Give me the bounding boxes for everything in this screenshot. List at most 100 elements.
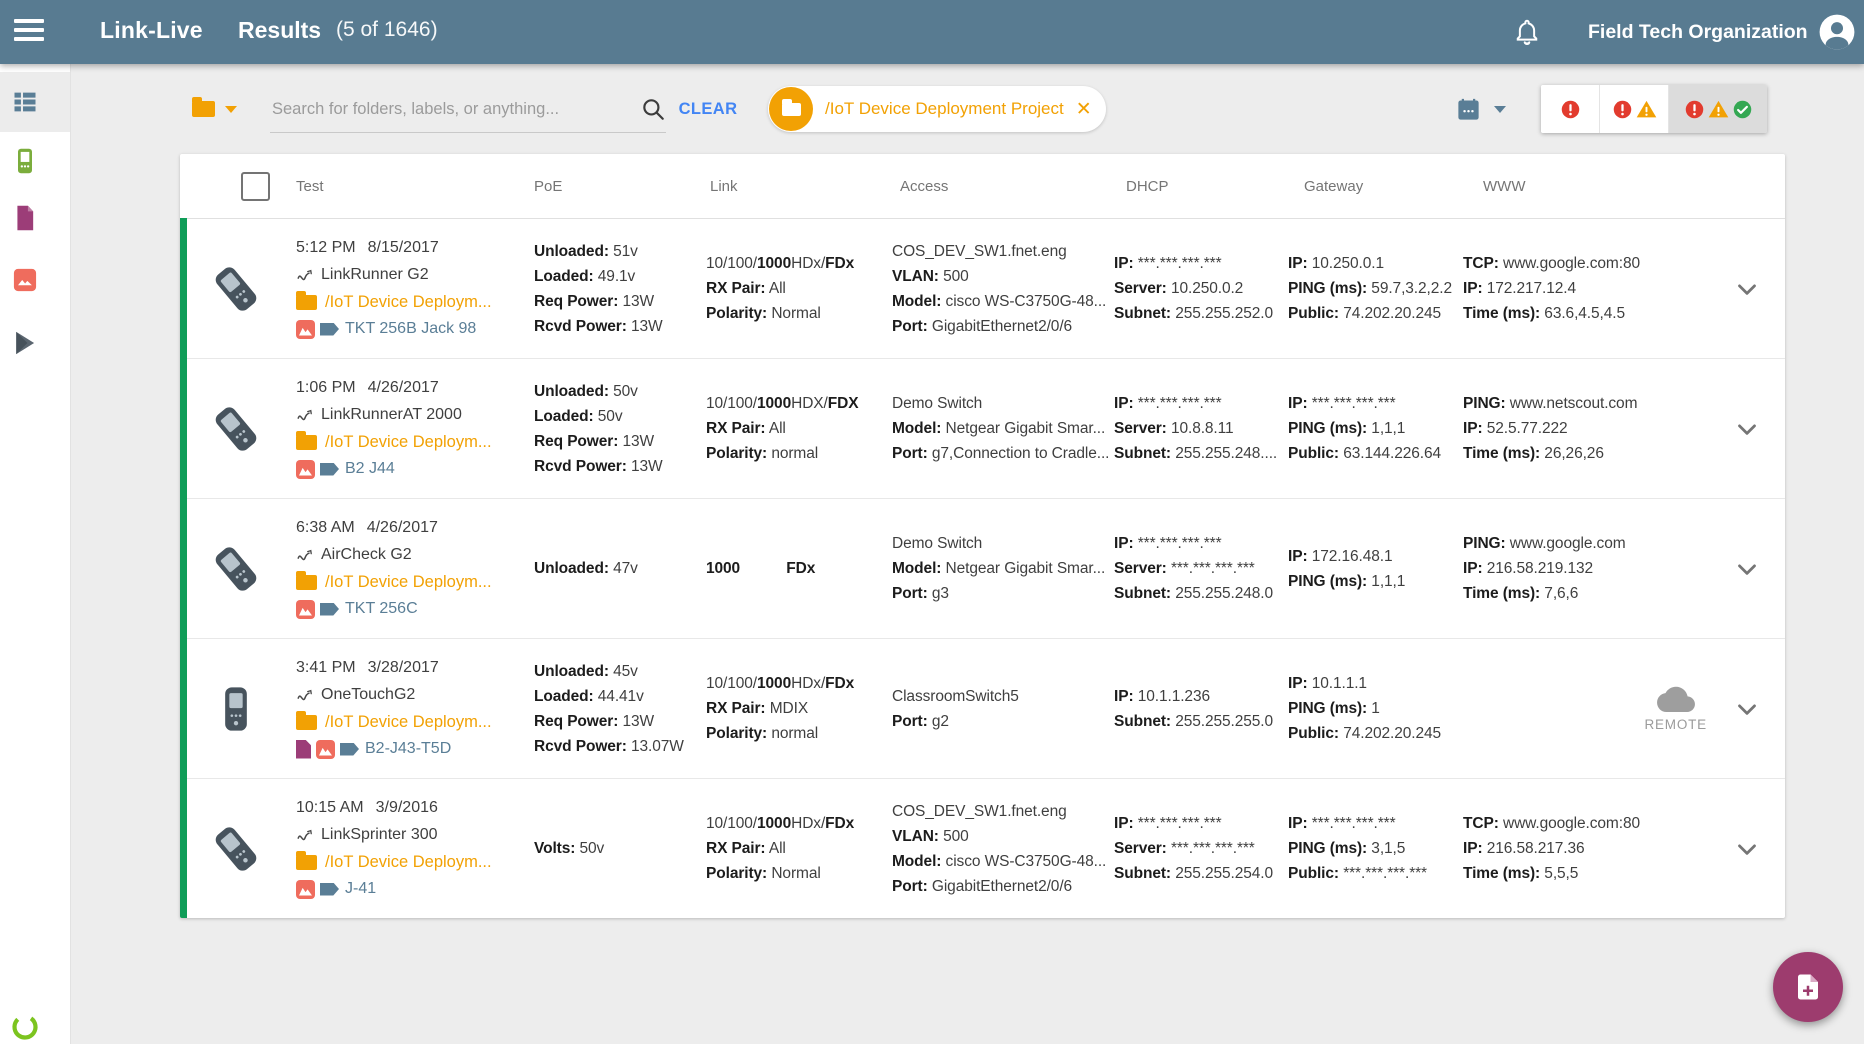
dhcp-cell: IP: ***.***.***.*** Server: 10.250.0.2 Sub… [1114, 255, 1274, 322]
results-list-icon [11, 88, 39, 116]
folder-icon [296, 850, 317, 870]
result-date: 8/15/2017 [367, 239, 439, 256]
expand-chevron-icon[interactable] [1732, 834, 1762, 864]
folder-link[interactable]: /IoT Device Deploym... [296, 289, 530, 316]
tag-link[interactable]: B2 J44 [296, 456, 530, 483]
app-title: Link-Live [100, 17, 203, 43]
expand-chevron-icon[interactable] [1732, 274, 1762, 304]
poe-cell: Unloaded: 45v Loaded: 44.41v Req Power: 13… [534, 662, 684, 755]
label-icon [340, 742, 359, 756]
table-row: 3:41 PM 3/28/2017 OneTouchG2 /IoT Device… [180, 639, 1785, 779]
magnifier-icon[interactable] [640, 96, 666, 122]
result-date: 4/26/2017 [366, 519, 438, 536]
folder-link[interactable]: /IoT Device Deploym... [296, 849, 530, 876]
tag-icons [296, 599, 339, 619]
status-filter-error-warning-success[interactable] [1669, 85, 1767, 133]
onetouch-g2-device-icon [225, 686, 247, 731]
result-date: 4/26/2017 [367, 379, 439, 396]
link-cell: 1000 FDx [706, 560, 816, 577]
table-row: 5:12 PM 8/15/2017 LinkRunner G2 /IoT Dev… [180, 219, 1785, 359]
status-error-icon [1612, 99, 1633, 120]
photos-image-icon [11, 266, 39, 294]
units-device-icon [11, 147, 39, 175]
netscout-ring-logo [11, 1013, 39, 1041]
hamburger-menu-icon[interactable] [14, 19, 46, 45]
add-result-fab-button[interactable] [1773, 952, 1843, 1022]
table-row: 6:38 AM 4/26/2017 AirCheck G2 /IoT Devic… [180, 499, 1785, 639]
sidebar-item-app-play[interactable] [0, 313, 70, 373]
search-bar [270, 86, 666, 133]
filter-toolbar: CLEAR /IoT Device Deployment Project ✕ [70, 64, 1864, 154]
remote-indicator: REMOTE [1644, 686, 1707, 732]
folder-link[interactable]: /IoT Device Deploym... [296, 709, 530, 736]
sidebar-item-results-list[interactable] [0, 72, 70, 132]
image-icon [316, 739, 335, 759]
tag-icons [296, 739, 359, 759]
result-time: 10:15 AM [296, 799, 364, 816]
remote-label: REMOTE [1644, 716, 1707, 732]
status-success-icon [1732, 99, 1753, 120]
tag-link[interactable]: B2-J43-T5D [296, 736, 530, 763]
notifications-bell-icon[interactable] [1512, 17, 1542, 47]
label-icon [320, 462, 339, 476]
gateway-cell: IP: 10.250.0.1 PING (ms): 59.7,3.2,2.2 Pub… [1288, 255, 1452, 322]
expand-chevron-icon[interactable] [1732, 414, 1762, 444]
status-warning-icon [1708, 99, 1729, 120]
tag-label: TKT 256B Jack 98 [345, 320, 477, 337]
cable-test-icon [297, 269, 312, 281]
sidebar-item-photos-image[interactable] [0, 250, 70, 310]
folder-icon [781, 98, 801, 116]
column-header-poe: PoE [534, 177, 563, 195]
tag-link[interactable]: TKT 256C [296, 596, 530, 623]
www-cell: REMOTE [1459, 686, 1709, 732]
folder-filter-dropdown[interactable] [192, 86, 237, 132]
status-error-icon [1684, 99, 1705, 120]
cable-test-icon [297, 549, 312, 561]
folder-filter-chip[interactable]: /IoT Device Deployment Project ✕ [768, 86, 1106, 132]
sidebar-item-units-device[interactable] [0, 131, 70, 191]
organization-selector[interactable]: Field Tech Organization [1588, 0, 1848, 64]
folder-link[interactable]: /IoT Device Deploym... [296, 569, 530, 596]
folder-link[interactable]: /IoT Device Deploym... [296, 429, 530, 456]
link-cell: 10/100/1000HDx/FDx RX Pair: All Polarity: … [706, 255, 855, 322]
main-content: CLEAR /IoT Device Deployment Project ✕ T… [70, 64, 1864, 1044]
image-icon [296, 599, 315, 619]
status-filter-error-warning[interactable] [1600, 85, 1669, 133]
link-live-app: Link-Live Results (5 of 1646) Field Tech… [0, 0, 1864, 1044]
dhcp-cell: IP: ***.***.***.*** Server: ***.***.***.*… [1114, 535, 1274, 602]
poe-cell: Unloaded: 47v [534, 560, 638, 577]
column-header-dhcp: DHCP [1126, 177, 1169, 195]
close-x-icon[interactable]: ✕ [1076, 100, 1092, 119]
link-cell: 10/100/1000HDX/FDX RX Pair: All Polarity: … [706, 395, 859, 462]
select-all-checkbox[interactable] [240, 171, 270, 201]
tag-label: TKT 256C [345, 600, 418, 617]
result-time: 3:41 PM [296, 659, 356, 676]
tag-link[interactable]: TKT 256B Jack 98 [296, 316, 530, 343]
linksprinter-300-device-icon [215, 826, 257, 871]
account-avatar-icon[interactable] [1818, 13, 1856, 51]
status-filter-error[interactable] [1541, 85, 1600, 133]
document-icon [296, 739, 311, 759]
access-cell: COS_DEV_SW1.fnet.eng VLAN: 500 Model: cisc… [892, 802, 1107, 895]
expand-chevron-icon[interactable] [1732, 694, 1762, 724]
tag-icons [296, 879, 339, 899]
expand-chevron-icon[interactable] [1732, 554, 1762, 584]
device-model: LinkSprinter 300 [321, 826, 438, 843]
sidebar-item-reports-document[interactable] [0, 188, 70, 248]
label-icon [320, 882, 339, 896]
search-input[interactable] [270, 98, 634, 120]
date-range-dropdown[interactable] [1455, 86, 1506, 132]
access-cell: COS_DEV_SW1.fnet.eng VLAN: 500 Model: cisc… [892, 242, 1107, 335]
tag-link[interactable]: J-41 [296, 876, 530, 903]
www-cell: TCP: www.google.com:80 IP: 216.58.217.36 T… [1463, 815, 1640, 882]
poe-cell: Unloaded: 51v Loaded: 49.1v Req Power: 13W… [534, 242, 663, 335]
folder-circle-icon [769, 87, 813, 131]
link-cell: 10/100/1000HDx/FDx RX Pair: All Polarity: … [706, 815, 855, 882]
clear-filters-button[interactable]: CLEAR [672, 86, 744, 132]
folder-path: /IoT Device Deploym... [325, 852, 492, 871]
www-cell: TCP: www.google.com:80 IP: 172.217.12.4 Ti… [1463, 255, 1640, 322]
www-cell: PING: www.netscout.com IP: 52.5.77.222 Tim… [1463, 395, 1638, 462]
column-header-www: WWW [1483, 177, 1526, 195]
calendar-icon [1458, 98, 1479, 120]
tag-label: J-41 [345, 880, 377, 897]
